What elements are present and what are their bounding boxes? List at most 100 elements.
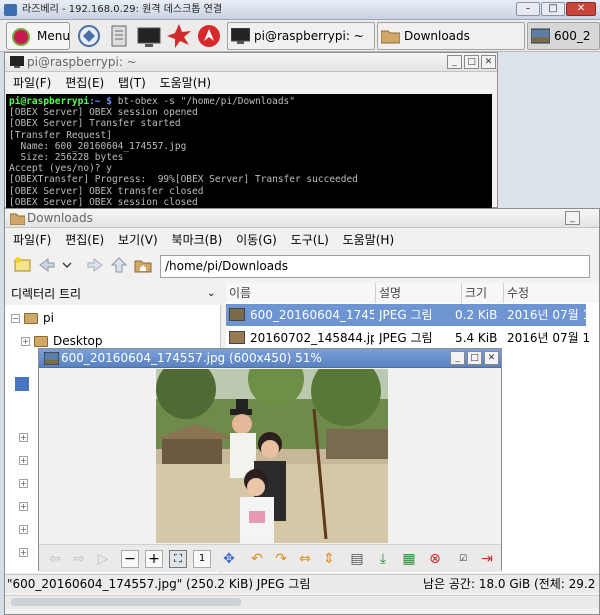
terminal-menu-edit[interactable]: 편집(E) [65,76,104,90]
rdp-minimize-button[interactable]: – [516,2,540,16]
wolfram-icon[interactable] [196,23,222,49]
task-terminal-label: pi@raspberrypi: ~ [254,29,364,43]
terminal-menu-file[interactable]: 파일(F) [13,76,51,90]
open-file-icon[interactable]: ▤ [347,549,367,569]
history-dropdown-icon[interactable] [61,256,73,274]
terminal-line: Name: 600_20160604_174557.jpg [9,140,187,152]
file-row[interactable]: 600_20160604_1745… JPEG 그림 0.2 KiB 2016년… [226,304,598,326]
taskbar-panel: Menu pi@raspberrypi: ~ Downloads 600_2 [0,20,600,52]
expand-icon[interactable]: + [19,456,28,465]
file-row[interactable]: 20160702_145844.jpg JPEG 그림 5.4 KiB 2016… [226,327,590,349]
column-size[interactable]: 크기 [462,283,504,303]
terminal-line: [OBEX Server] OBEX session closed [9,196,198,208]
terminal-minimize-button[interactable]: _ [447,55,462,69]
viewer-maximize-button[interactable]: □ [467,351,482,365]
rdp-close-button[interactable]: ✕ [566,2,596,16]
expand-icon[interactable]: + [19,548,28,557]
task-downloads-label: Downloads [404,29,470,43]
rotate-right-icon[interactable]: ↷ [271,549,291,569]
fm-menu-help[interactable]: 도움말(H) [343,233,395,247]
task-image-viewer[interactable]: 600_2 [527,22,600,50]
folder-icon [24,313,38,324]
collapse-icon[interactable]: − [11,314,20,323]
file-size: 0.2 KiB [455,308,498,322]
terminal-line: Size: 256228 bytes [9,152,124,164]
scrollbar-thumb[interactable] [11,598,241,606]
menu-button[interactable]: Menu [6,22,70,50]
fm-menu-tools[interactable]: 도구(L) [291,233,329,247]
zoom-fit-icon[interactable]: ⛶ [169,550,187,568]
next-icon[interactable]: ⇨ [69,549,89,569]
terminal-line: [OBEX Server] OBEX transfer closed [9,185,204,197]
image-icon [44,352,59,365]
expand-icon[interactable]: + [19,433,28,442]
expand-icon[interactable]: + [21,337,30,346]
file-manager-launcher-icon[interactable] [106,23,132,49]
previous-icon[interactable]: ⇦ [45,549,65,569]
fm-menu-view[interactable]: 보기(V) [118,233,158,247]
viewer-minimize-button[interactable]: _ [450,351,465,365]
save-icon[interactable]: ⤓ [373,549,393,569]
horizontal-scrollbar[interactable] [5,595,599,609]
forward-arrow-icon[interactable] [85,256,105,274]
terminal-line: [Transfer Request] [9,129,112,141]
folder-icon [381,30,400,44]
play-icon[interactable]: ▷ [93,549,113,569]
fm-menu-file[interactable]: 파일(F) [13,233,51,247]
fm-menu-go[interactable]: 이동(G) [236,233,277,247]
image-viewer-title-bar[interactable]: 600_20160604_174557.jpg (600x450) 51% _ … [39,349,501,368]
photo [156,369,388,543]
menu-label: Menu [37,29,70,43]
rdp-title: 라즈베리 - 192.168.0.29: 원격 데스크톱 연결 [22,4,223,15]
terminal-menu-tab[interactable]: 탭(T) [118,76,146,90]
column-name[interactable]: 이름 [226,283,376,303]
task-image-viewer-label: 600_2 [554,29,591,43]
task-downloads[interactable]: Downloads [377,22,525,50]
terminal-title: pi@raspberrypi: ~ [27,55,137,69]
fullscreen-icon[interactable]: ✥ [219,549,239,569]
task-terminal[interactable]: pi@raspberrypi: ~ [227,22,375,50]
expand-icon[interactable]: + [19,502,28,511]
tree-header[interactable]: 디렉터리 트리 ⌄ [5,283,221,305]
fm-menu-edit[interactable]: 편집(E) [65,233,104,247]
tree-header-label: 디렉터리 트리 [11,287,82,301]
preferences-icon[interactable]: ☑ [453,549,473,569]
rotate-left-icon[interactable]: ↶ [247,549,267,569]
chevron-down-icon[interactable]: ⌄ [207,283,215,305]
column-modified[interactable]: 수정 [504,283,599,303]
terminal-launcher-icon[interactable] [136,23,162,49]
terminal-title-bar[interactable]: pi@raspberrypi: ~ _ □ ✕ [5,53,497,72]
fm-menu-bookmarks[interactable]: 북마크(B) [172,233,223,247]
file-manager-title: Downloads [27,211,93,225]
expand-icon[interactable]: + [19,525,28,534]
address-bar[interactable]: /home/pi/Downloads [160,255,590,278]
delete-icon[interactable]: ⊗ [425,549,445,569]
terminal-menu-help[interactable]: 도움말(H) [160,76,212,90]
terminal-output[interactable]: pi@raspberrypi:~ $ bt-obex -s "/home/pi/… [6,94,492,208]
browser-icon[interactable] [76,23,102,49]
flip-horizontal-icon[interactable]: ⇔ [295,549,315,569]
viewer-close-button[interactable]: ✕ [484,351,499,365]
file-manager-minimize-button[interactable]: _ [565,211,580,225]
original-size-icon[interactable]: 1 [193,550,211,568]
save-as-icon[interactable]: ▦ [399,549,419,569]
file-modified: 2016년 07월 1 [507,331,591,345]
terminal-maximize-button[interactable]: □ [464,55,479,69]
terminal-close-button[interactable]: ✕ [481,55,496,69]
zoom-out-icon[interactable]: − [121,550,139,568]
expand-icon[interactable]: + [19,479,28,488]
new-tab-icon[interactable] [13,256,33,274]
file-manager-title-bar[interactable]: Downloads _ [5,209,599,228]
column-description[interactable]: 설명 [376,283,462,303]
rdp-maximize-button[interactable]: □ [541,2,565,16]
home-folder-icon[interactable] [133,256,153,274]
up-arrow-icon[interactable] [109,256,129,274]
back-arrow-icon[interactable] [37,256,57,274]
zoom-in-icon[interactable]: + [145,550,163,568]
flip-vertical-icon[interactable]: ⇕ [319,549,339,569]
tree-item-pi[interactable]: − pi [5,307,215,330]
file-size: 5.4 KiB [455,331,498,345]
terminal-icon [10,56,24,68]
burst-icon[interactable] [166,23,192,49]
quit-icon[interactable]: ⇥ [477,549,497,569]
